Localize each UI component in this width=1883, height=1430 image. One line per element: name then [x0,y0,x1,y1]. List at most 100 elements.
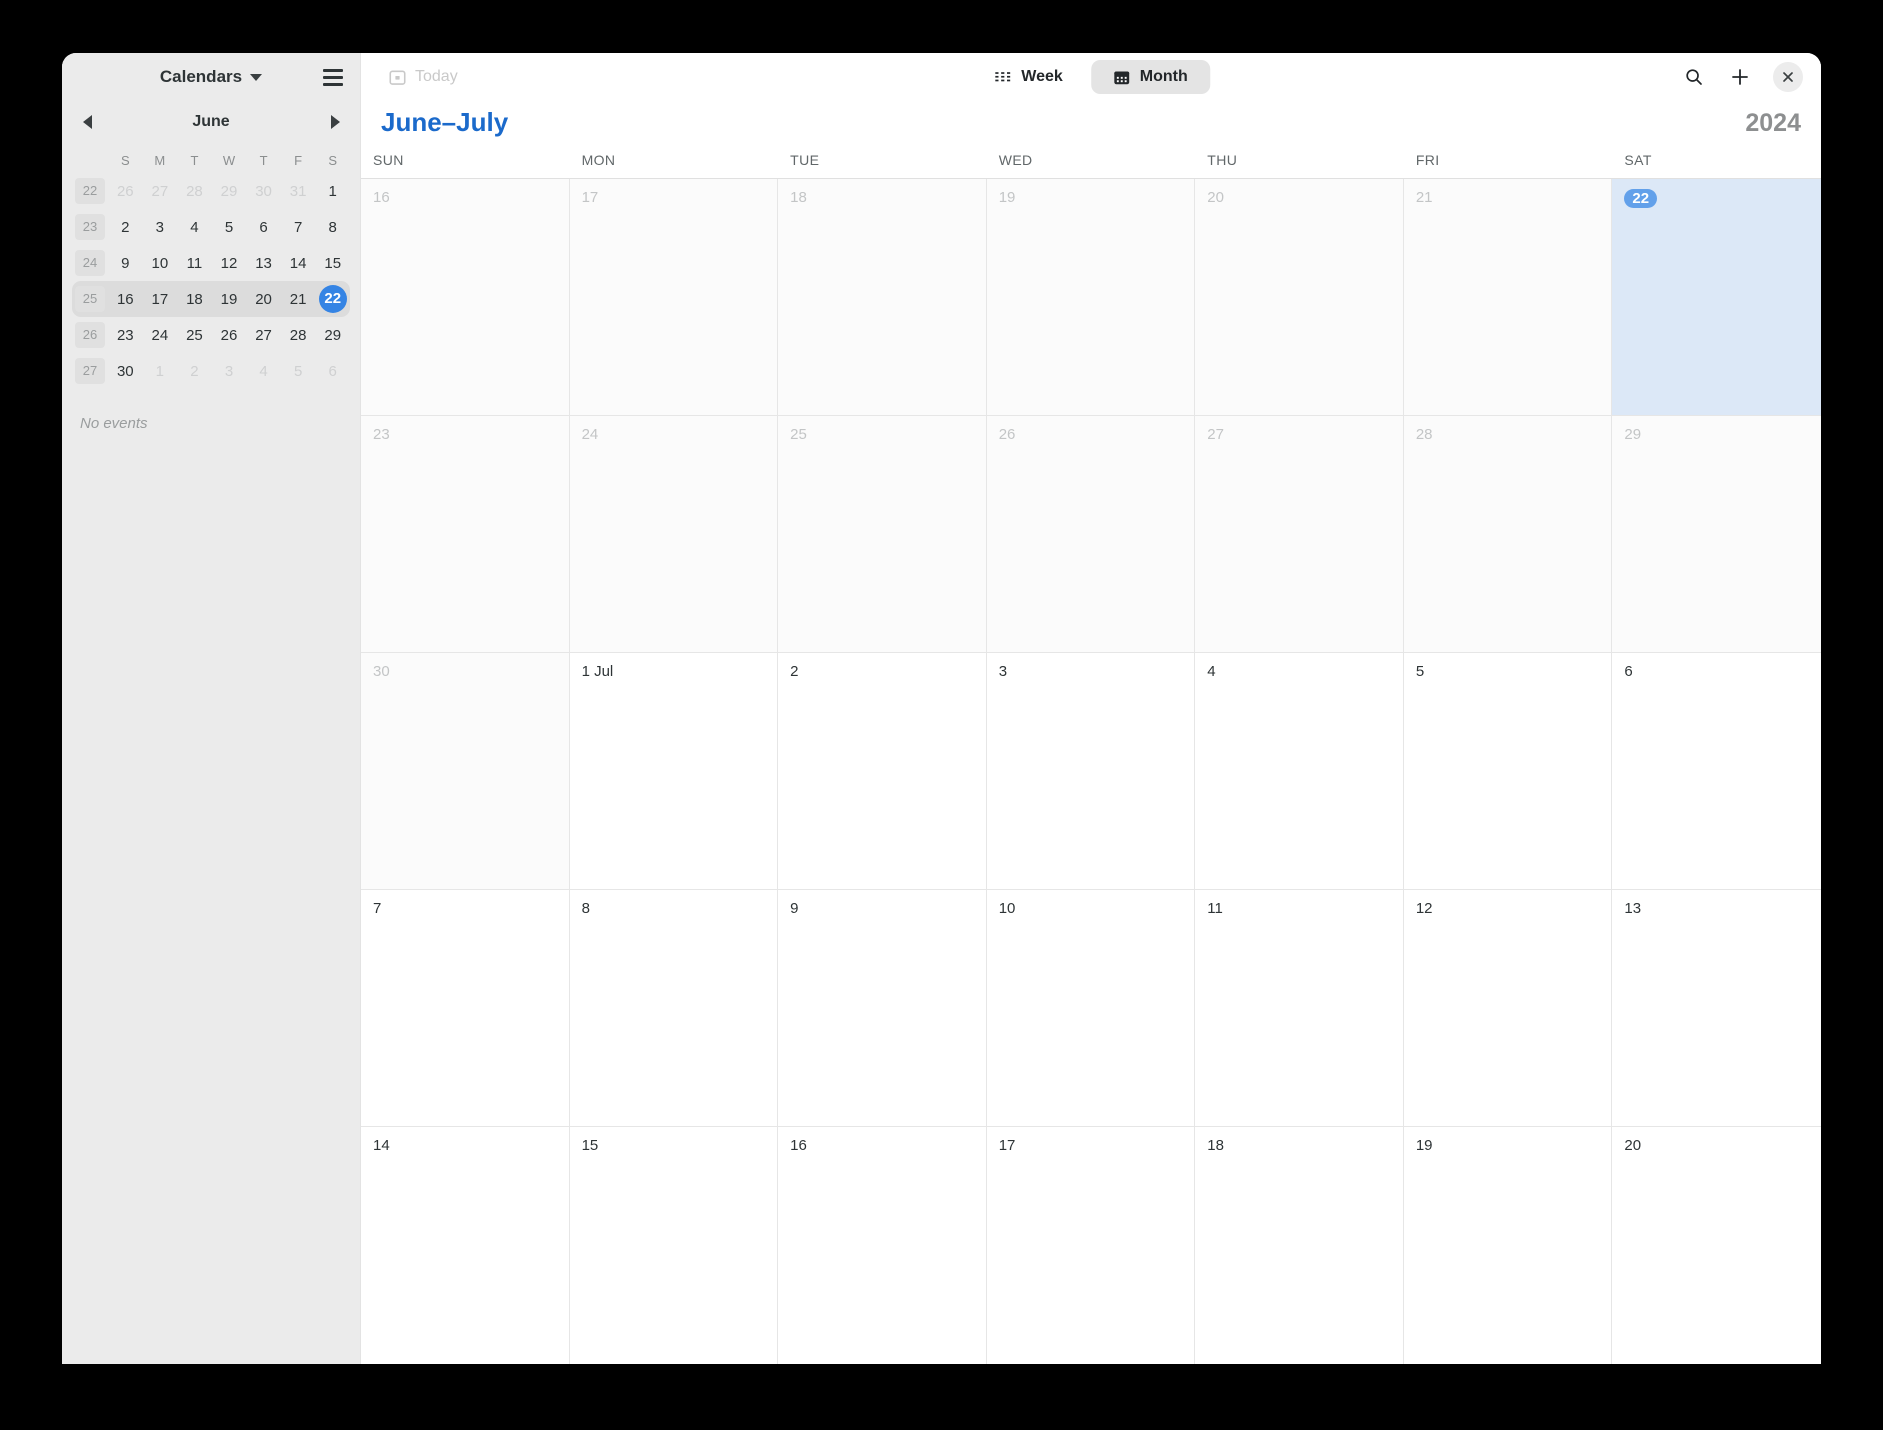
day-cell-4[interactable]: 4 [1195,653,1404,889]
mini-day-18[interactable]: 18 [177,291,212,308]
month-grid: 16 17 18 19 20 21 22 23 24 25 26 27 28 29 30 1 Jul 2 3 4 5 6… [361,179,1821,1364]
mini-day-6[interactable]: 6 [246,219,281,236]
mini-day-20[interactable]: 20 [246,291,281,308]
day-cell-20[interactable]: 20 [1612,1127,1821,1364]
tab-week[interactable]: Week [972,60,1085,94]
mini-day-11[interactable]: 11 [177,255,212,272]
day-cell-16[interactable]: 16 [778,1127,987,1364]
day-cell-22[interactable]: 22 [1612,179,1821,415]
year-label: 2024 [1745,109,1801,137]
mini-day-3[interactable]: 3 [143,219,178,236]
calendars-dropdown-button[interactable]: Calendars [152,63,270,91]
mini-day-16[interactable]: 16 [108,291,143,308]
mini-day-7[interactable]: 7 [281,219,316,236]
mini-dow-1: M [154,152,166,168]
day-cell-24[interactable]: 24 [569,416,779,652]
mini-day-1[interactable]: 1 [143,363,178,380]
mini-day-3[interactable]: 3 [212,363,247,380]
mini-day-29[interactable]: 29 [315,327,350,344]
day-cell-16[interactable]: 16 [361,179,570,415]
mini-day-17[interactable]: 17 [143,291,178,308]
mini-day-4[interactable]: 4 [246,363,281,380]
mini-day-26[interactable]: 26 [108,183,143,200]
mini-day-2[interactable]: 2 [108,219,143,236]
day-cell-6[interactable]: 6 [1612,653,1821,889]
day-cell-12[interactable]: 12 [1403,890,1613,1126]
mini-day-4[interactable]: 4 [177,219,212,236]
mini-day-5[interactable]: 5 [212,219,247,236]
day-cell-1-Jul[interactable]: 1 Jul [569,653,779,889]
mini-week-row: 22 26 27 28 29 30 31 1 [72,173,350,209]
mini-day-28[interactable]: 28 [177,183,212,200]
month-calendar-icon [1113,69,1130,86]
day-cell-9[interactable]: 9 [778,890,987,1126]
day-cell-21[interactable]: 21 [1403,179,1613,415]
day-cell-18[interactable]: 18 [778,179,987,415]
day-cell-28[interactable]: 28 [1403,416,1613,652]
mini-day-30[interactable]: 30 [246,183,281,200]
day-cell-30[interactable]: 30 [361,653,570,889]
mini-day-10[interactable]: 10 [143,255,178,272]
day-cell-19[interactable]: 19 [1403,1127,1613,1364]
day-cell-23[interactable]: 23 [361,416,570,652]
mini-day-27[interactable]: 27 [246,327,281,344]
mini-day-26[interactable]: 26 [212,327,247,344]
day-cell-8[interactable]: 8 [569,890,779,1126]
mini-dow-2: T [190,152,199,168]
chevron-down-icon [250,73,263,81]
tab-month[interactable]: Month [1090,60,1210,94]
calendars-dropdown-label: Calendars [159,67,243,86]
day-cell-14[interactable]: 14 [361,1127,570,1364]
day-number: 30 [373,663,390,680]
mini-day-13[interactable]: 13 [246,255,281,272]
day-cell-26[interactable]: 26 [986,416,1196,652]
day-cell-3[interactable]: 3 [986,653,1196,889]
mini-day-22[interactable]: 22 [315,285,350,313]
day-cell-20[interactable]: 20 [1195,179,1404,415]
mini-day-27[interactable]: 27 [143,183,178,200]
mini-day-14[interactable]: 14 [281,255,316,272]
day-cell-10[interactable]: 10 [986,890,1196,1126]
previous-month-icon[interactable] [76,111,98,133]
mini-day-28[interactable]: 28 [281,327,316,344]
day-number: 26 [998,426,1016,443]
mini-day-6[interactable]: 6 [315,363,350,380]
day-cell-19[interactable]: 19 [986,179,1196,415]
day-cell-15[interactable]: 15 [569,1127,779,1364]
mini-day-25[interactable]: 25 [177,327,212,344]
mini-day-9[interactable]: 9 [108,255,143,272]
today-button[interactable]: Today [379,63,468,91]
day-cell-11[interactable]: 11 [1195,890,1404,1126]
mini-calendar-month-nav: June [62,101,360,143]
mini-day-21[interactable]: 21 [281,291,316,308]
mini-day-8[interactable]: 8 [315,219,350,236]
mini-day-15[interactable]: 15 [315,255,350,272]
month-week-row: 7 8 9 10 11 12 13 [361,890,1821,1127]
mini-day-30[interactable]: 30 [108,363,143,380]
plus-icon[interactable] [1727,64,1753,90]
mini-day-19[interactable]: 19 [212,291,247,308]
day-cell-2[interactable]: 2 [778,653,987,889]
day-cell-27[interactable]: 27 [1195,416,1404,652]
mini-day-31[interactable]: 31 [281,183,316,200]
mini-day-2[interactable]: 2 [177,363,212,380]
day-cell-25[interactable]: 25 [778,416,987,652]
day-cell-29[interactable]: 29 [1612,416,1821,652]
day-cell-13[interactable]: 13 [1612,890,1821,1126]
day-cell-7[interactable]: 7 [361,890,570,1126]
mini-dow-3: W [222,152,236,168]
day-cell-17[interactable]: 17 [986,1127,1196,1364]
day-cell-5[interactable]: 5 [1403,653,1613,889]
next-month-icon[interactable] [324,111,346,133]
mini-day-29[interactable]: 29 [212,183,247,200]
mini-day-23[interactable]: 23 [108,327,143,344]
day-cell-17[interactable]: 17 [569,179,779,415]
search-icon[interactable] [1681,64,1707,90]
mini-day-24[interactable]: 24 [143,327,178,344]
day-cell-18[interactable]: 18 [1195,1127,1404,1364]
hamburger-icon[interactable] [320,66,346,88]
mini-day-1[interactable]: 1 [315,183,350,200]
mini-day-5[interactable]: 5 [281,363,316,380]
mini-day-12[interactable]: 12 [212,255,247,272]
close-icon[interactable] [1773,62,1803,92]
